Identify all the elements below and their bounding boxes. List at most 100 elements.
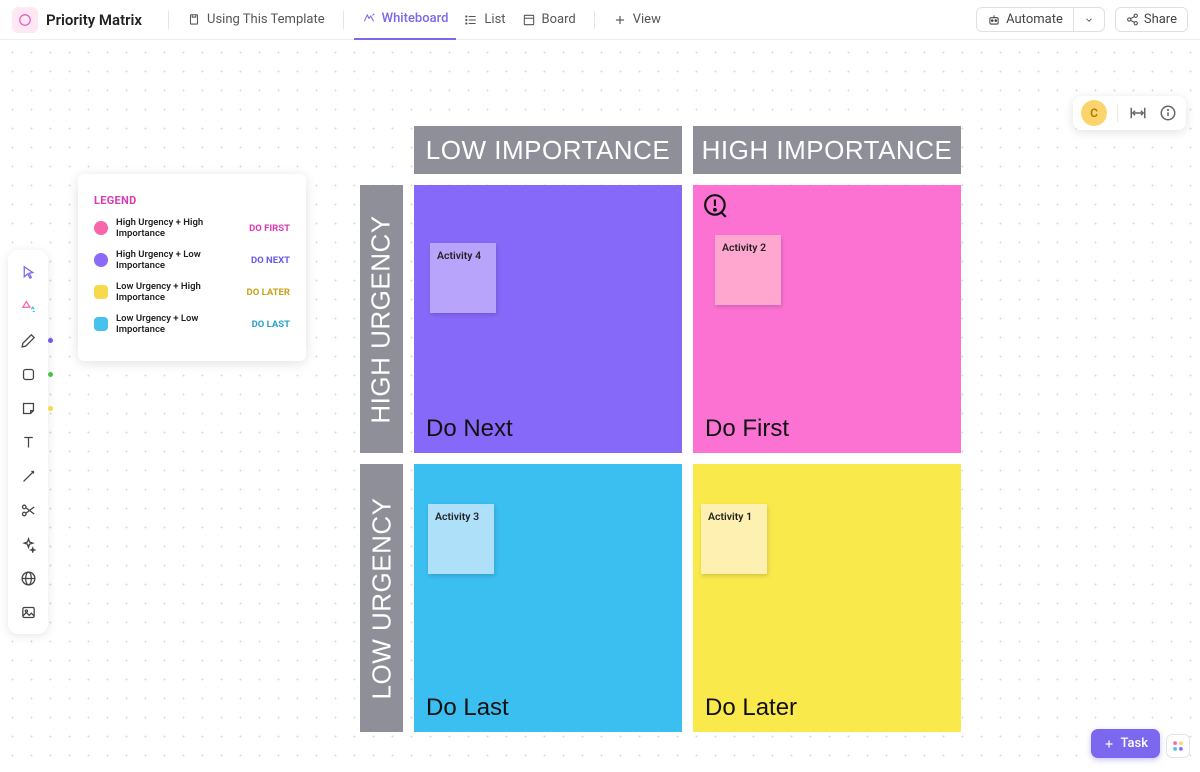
share-label: Share — [1144, 12, 1177, 27]
tool-web[interactable] — [12, 562, 44, 594]
separator — [343, 11, 344, 29]
plus-icon — [1103, 738, 1115, 750]
tab-board[interactable]: Board — [514, 0, 584, 40]
separator — [1117, 104, 1118, 122]
template-icon — [187, 13, 201, 27]
automate-chevron[interactable] — [1073, 8, 1104, 31]
sticky-note[interactable]: Activity 4 — [430, 243, 496, 313]
info-icon — [1159, 104, 1177, 122]
tool-shape[interactable] — [12, 358, 44, 390]
text-icon — [20, 434, 37, 451]
priority-matrix[interactable]: LOW IMPORTANCE HIGH IMPORTANCE HIGH URGE… — [360, 126, 961, 732]
fit-width-button[interactable] — [1128, 103, 1148, 123]
whiteboard-icon — [362, 12, 376, 26]
fit-width-icon — [1129, 104, 1147, 122]
separator — [594, 11, 595, 29]
apps-icon — [1171, 739, 1185, 753]
board-icon — [522, 13, 536, 27]
share-icon — [1126, 13, 1139, 26]
tool-ai[interactable] — [12, 528, 44, 560]
sparkle-shape-icon — [20, 298, 37, 315]
legend-row: Low Urgency + Low Importance DO LAST — [94, 313, 290, 335]
tool-image[interactable] — [12, 596, 44, 628]
share-button[interactable]: Share — [1115, 7, 1188, 32]
automate-dropdown[interactable]: Automate — [976, 7, 1105, 32]
sticky-note[interactable]: Activity 2 — [715, 235, 781, 305]
using-template-link[interactable]: Using This Template — [179, 0, 333, 40]
sticky-text: Activity 3 — [435, 510, 479, 523]
square-icon — [20, 366, 37, 383]
tab-whiteboard-label: Whiteboard — [382, 11, 449, 26]
tool-generate[interactable] — [12, 290, 44, 322]
sparkle-icon — [20, 536, 37, 553]
legend-title: LEGEND — [94, 194, 290, 207]
col-header-low-importance[interactable]: LOW IMPORTANCE — [414, 126, 682, 174]
col-header-high-importance[interactable]: HIGH IMPORTANCE — [693, 126, 961, 174]
using-template-label: Using This Template — [207, 12, 325, 27]
chevron-down-icon — [1084, 15, 1094, 25]
cursor-icon — [20, 264, 37, 281]
quadrant-do-first[interactable]: Activity 2 Do First — [693, 185, 961, 453]
row-header-label: LOW URGENCY — [366, 497, 397, 699]
tool-sticky[interactable] — [12, 392, 44, 424]
alert-icon — [703, 193, 729, 219]
quadrant-label: Do First — [705, 415, 789, 443]
quadrant-do-next[interactable]: Activity 4 Do Next — [414, 185, 682, 453]
row-header-label: HIGH URGENCY — [366, 215, 397, 423]
legend-row: High Urgency + High Importance DO FIRST — [94, 217, 290, 239]
page-title[interactable]: Priority Matrix — [46, 11, 142, 29]
tool-text[interactable] — [12, 426, 44, 458]
row-header-low-urgency[interactable]: LOW URGENCY — [360, 464, 403, 732]
task-button-label: Task — [1120, 736, 1148, 751]
tool-scissors[interactable] — [12, 494, 44, 526]
pen-icon — [20, 332, 37, 349]
new-task-button[interactable]: Task — [1091, 729, 1160, 758]
add-view-button[interactable]: View — [605, 0, 669, 40]
left-toolbar — [8, 250, 48, 634]
row-header-high-urgency[interactable]: HIGH URGENCY — [360, 185, 403, 453]
legend-label: Low Urgency + Low Importance — [116, 313, 244, 335]
header: Priority Matrix Using This Template Whit… — [0, 0, 1200, 40]
tab-list[interactable]: List — [456, 0, 513, 40]
legend-color-dot — [94, 285, 108, 299]
scissors-icon — [20, 502, 37, 519]
automate-button[interactable]: Automate — [977, 8, 1073, 31]
quadrant-do-last[interactable]: Activity 3 Do Last — [414, 464, 682, 732]
info-button[interactable] — [1158, 103, 1178, 123]
quadrant-do-later[interactable]: Activity 1 Do Later — [693, 464, 961, 732]
legend-color-dot — [94, 253, 108, 267]
legend-action: DO NEXT — [251, 255, 290, 266]
automate-icon — [987, 13, 1001, 27]
sticky-note[interactable]: Activity 3 — [428, 504, 494, 574]
legend-action: DO FIRST — [249, 223, 290, 234]
plus-icon — [613, 13, 627, 27]
legend-row: High Urgency + Low Importance DO NEXT — [94, 249, 290, 271]
legend-color-dot — [94, 221, 108, 235]
sticky-note[interactable]: Activity 1 — [701, 504, 767, 574]
separator — [168, 11, 169, 29]
whiteboard-canvas[interactable]: C LEGEND High Urgency + High Importance … — [0, 40, 1200, 772]
sticky-text: Activity 2 — [722, 241, 766, 254]
tab-whiteboard[interactable]: Whiteboard — [354, 0, 457, 40]
avatar[interactable]: C — [1081, 100, 1107, 126]
quadrant-label: Do Later — [705, 694, 797, 722]
sticky-text: Activity 4 — [437, 249, 481, 262]
legend-color-dot — [94, 317, 108, 331]
matrix-row: HIGH URGENCY Activity 4 Do Next Activity… — [360, 185, 961, 453]
tool-pen[interactable] — [12, 324, 44, 356]
automate-label: Automate — [1006, 12, 1063, 27]
legend-action: DO LAST — [252, 319, 290, 330]
apps-button[interactable] — [1166, 734, 1190, 758]
app-logo[interactable] — [12, 7, 38, 33]
tab-board-label: Board — [542, 12, 576, 27]
image-icon — [20, 604, 37, 621]
quadrant-label: Do Next — [426, 415, 513, 443]
legend-row: Low Urgency + High Importance DO LATER — [94, 281, 290, 303]
column-headers: LOW IMPORTANCE HIGH IMPORTANCE — [414, 126, 961, 174]
add-view-label: View — [633, 12, 661, 27]
tool-select[interactable] — [12, 256, 44, 288]
presence-bar: C — [1073, 96, 1186, 130]
tool-connector[interactable] — [12, 460, 44, 492]
legend-card[interactable]: LEGEND High Urgency + High Importance DO… — [78, 174, 306, 361]
legend-label: High Urgency + High Importance — [116, 217, 241, 239]
